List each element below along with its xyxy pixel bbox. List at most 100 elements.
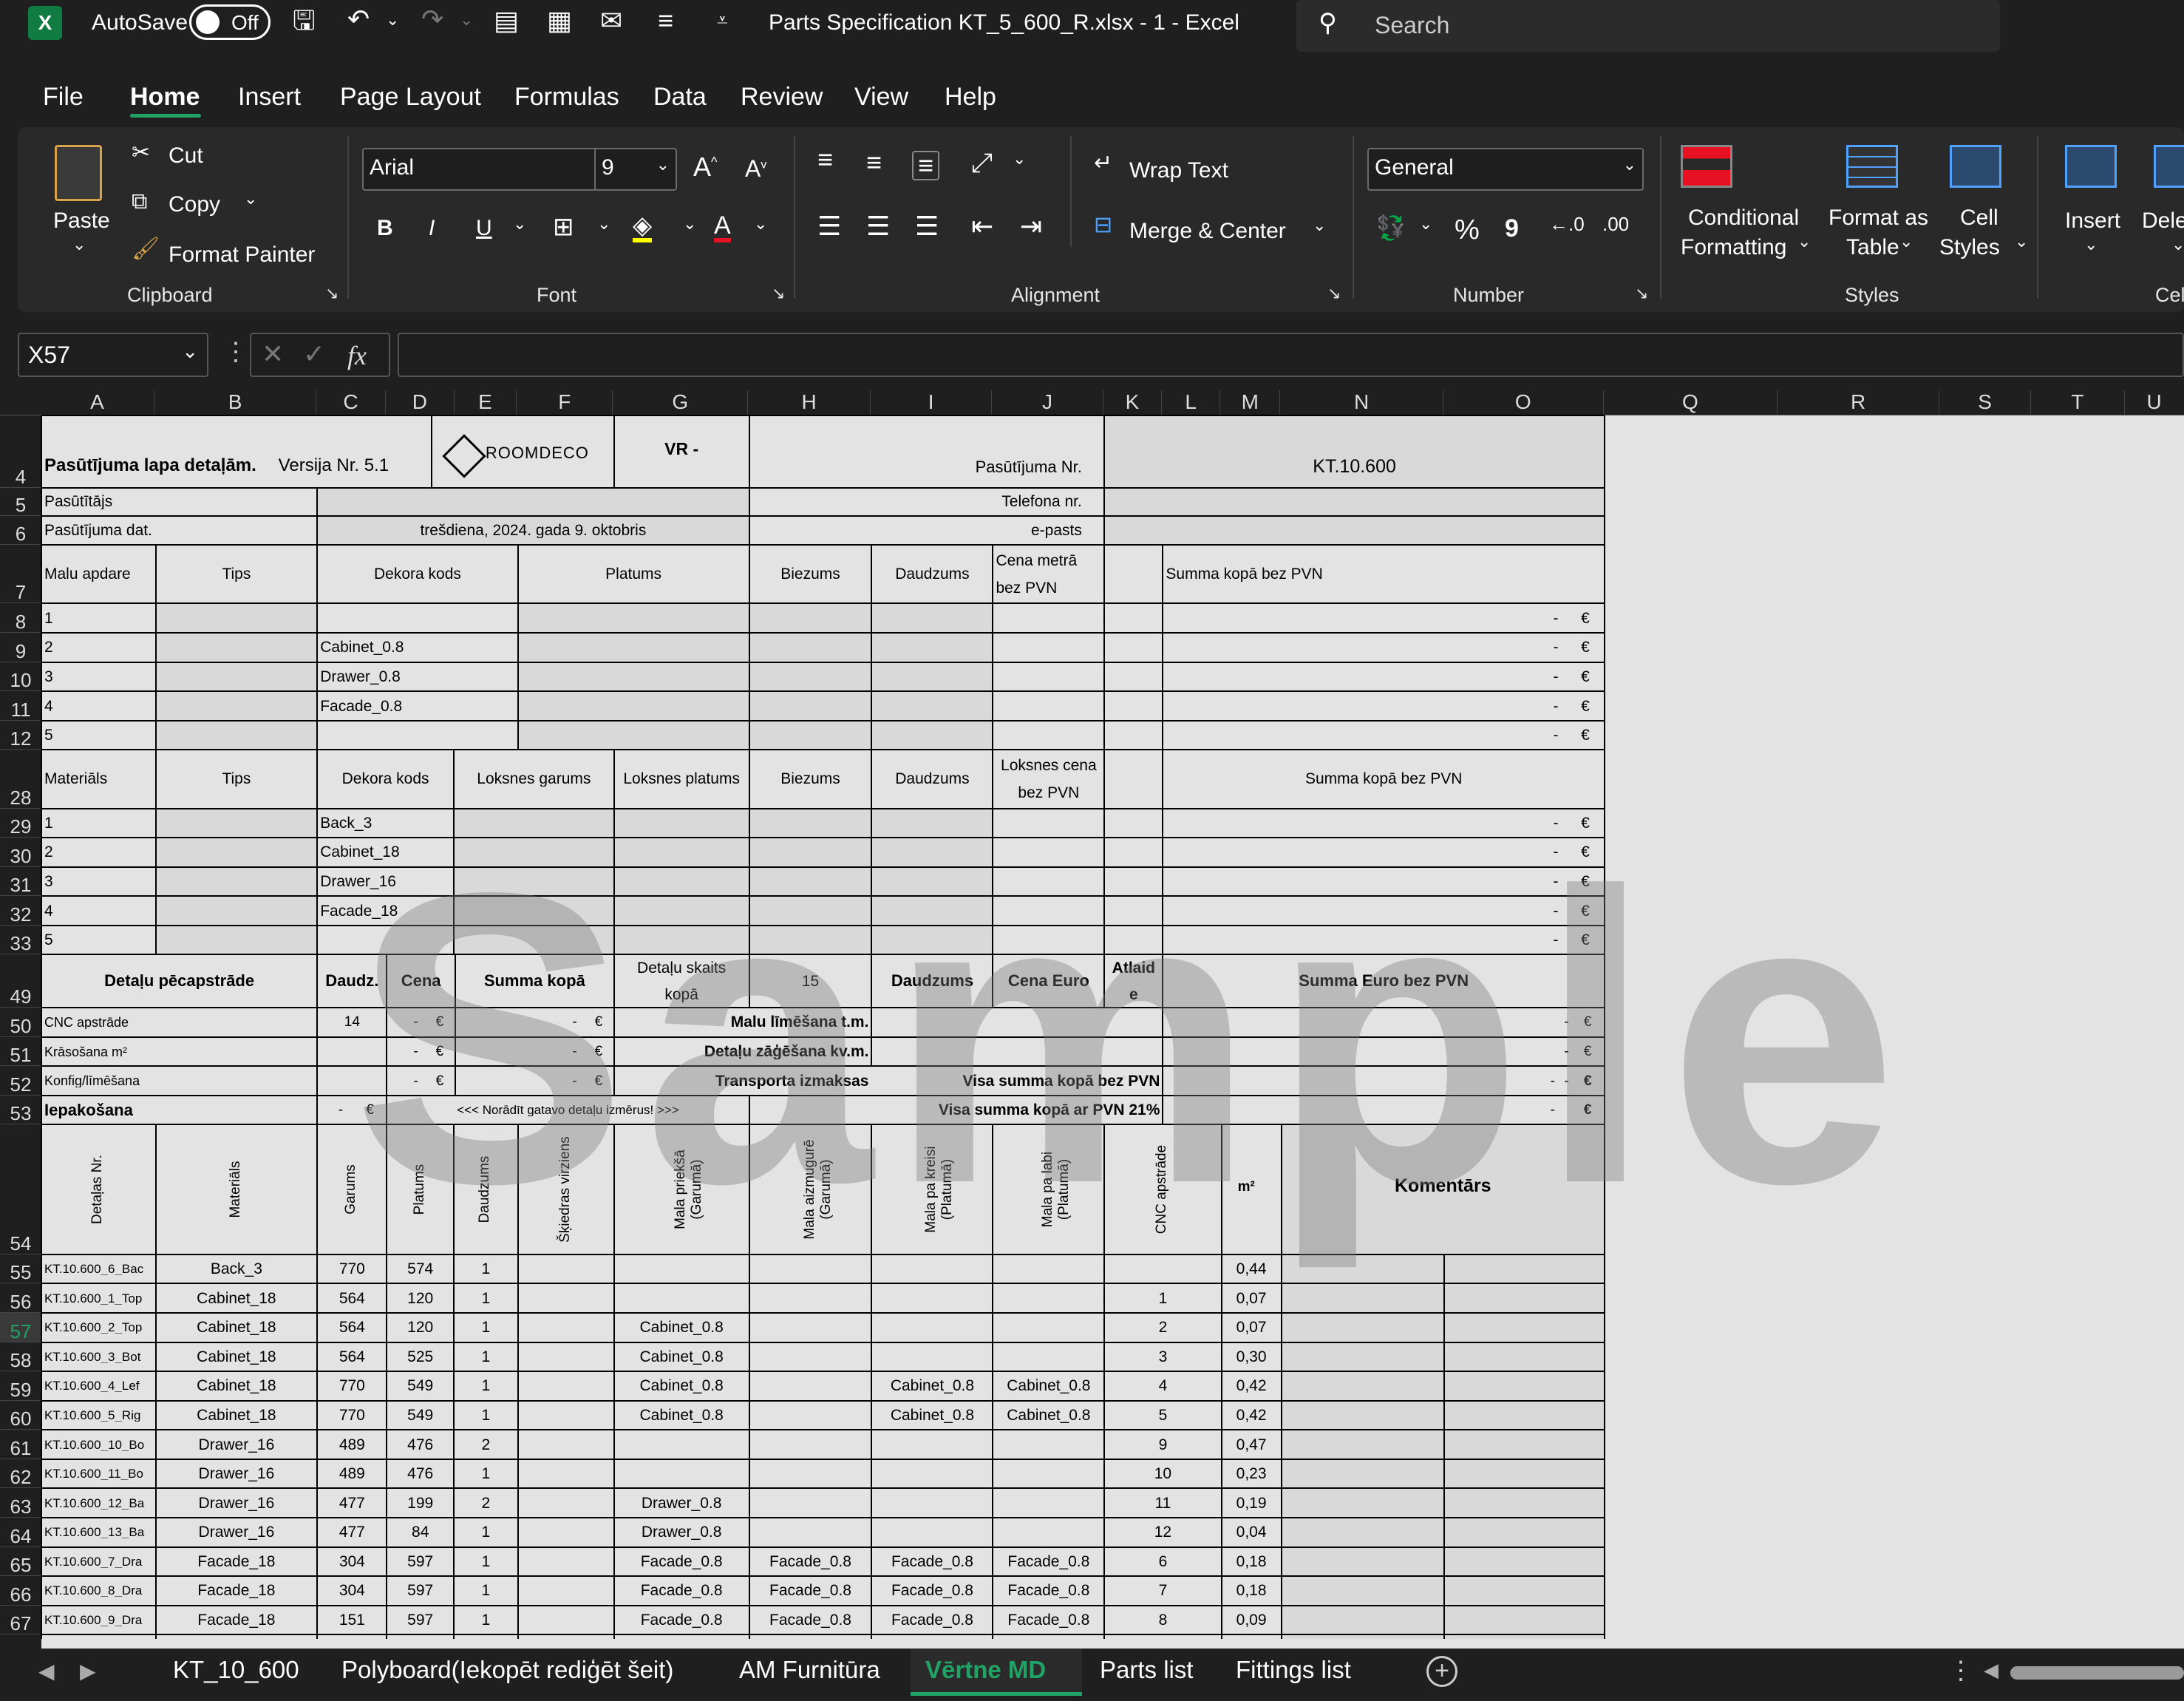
row-header-31[interactable]: 31	[0, 867, 41, 897]
parts-header-8[interactable]: Mala pa kreisi (Platumā)	[923, 1130, 956, 1249]
part-id[interactable]: KT.10.600_9_Dra	[44, 1614, 153, 1626]
edge-row-number[interactable]: 3	[44, 669, 153, 685]
material-header-1[interactable]: Tips	[159, 771, 315, 787]
material-header-4[interactable]: Loksnes platums	[617, 771, 746, 787]
copy-button[interactable]: Copy	[169, 192, 220, 217]
part-id[interactable]: KT.10.600_8_Dra	[44, 1584, 153, 1597]
sum-euro[interactable]: €	[595, 1015, 611, 1029]
column-header-g[interactable]: G	[613, 390, 749, 415]
italic-button[interactable]: I	[429, 216, 435, 241]
font-size-dropdown[interactable]: 9 ⌄	[594, 148, 677, 191]
part-cnc[interactable]: 6	[1107, 1554, 1218, 1569]
material-row-sum-euro[interactable]: €	[1581, 932, 1602, 948]
packing-dash[interactable]: -	[339, 1103, 350, 1117]
column-header-r[interactable]: R	[1778, 390, 1939, 415]
material-row-number[interactable]: 5	[44, 932, 153, 948]
part-width[interactable]: 199	[389, 1495, 450, 1511]
delete-button[interactable]: Dele	[2142, 208, 2184, 234]
tab-home[interactable]: Home	[130, 83, 200, 112]
sum-dash[interactable]: -	[572, 1015, 583, 1029]
cancel-icon[interactable]: ✕	[262, 339, 284, 370]
parts-header-10[interactable]: CNC apstrāde	[1154, 1130, 1170, 1249]
delete-dropdown-icon[interactable]: ⌄	[2171, 235, 2184, 254]
align-left-icon[interactable]: ☰	[817, 213, 841, 240]
part-quantity[interactable]: 1	[457, 1320, 515, 1335]
decrease-indent-icon[interactable]: ⇤	[971, 213, 993, 240]
part-cnc[interactable]: 9	[1107, 1437, 1218, 1453]
part-length[interactable]: 770	[320, 1378, 384, 1393]
part-cnc[interactable]: 11	[1107, 1495, 1218, 1511]
part-cnc[interactable]: 8	[1107, 1612, 1218, 1628]
font-name-dropdown[interactable]: Arial⌄	[362, 148, 612, 191]
order-no-label[interactable]: Pasūtījuma Nr.	[752, 459, 1082, 475]
part-edge-right[interactable]: Facade_0.8	[996, 1554, 1101, 1569]
material-header-5[interactable]: Biezums	[752, 771, 869, 787]
part-edge-back[interactable]: Facade_0.8	[752, 1554, 869, 1569]
sheet-tab-polyboard[interactable]: Polyboard(Iekopēt rediģēt šeit)	[341, 1656, 673, 1684]
row-header-53[interactable]: 53	[0, 1096, 41, 1125]
dimensions-note[interactable]: <<< Norādīt gatavo detaļu izmērus! >>>	[389, 1104, 746, 1116]
part-edge-front[interactable]: Drawer_0.8	[617, 1524, 746, 1540]
part-quantity[interactable]: 1	[457, 1408, 515, 1423]
part-area-m2[interactable]: 0,42	[1225, 1408, 1279, 1423]
part-area-m2[interactable]: 0,47	[1225, 1437, 1279, 1453]
part-quantity[interactable]: 1	[457, 1466, 515, 1481]
material-row-number[interactable]: 3	[44, 874, 153, 889]
part-edge-left[interactable]: Cabinet_0.8	[874, 1378, 990, 1393]
material-header-2[interactable]: Dekora kods	[320, 771, 451, 787]
part-edge-front[interactable]: Cabinet_0.8	[617, 1378, 746, 1393]
fill-color-icon[interactable]: ◈	[633, 213, 653, 242]
bold-button[interactable]: B	[377, 216, 393, 241]
material-row-sum-euro[interactable]: €	[1581, 815, 1602, 831]
format-table-dropdown-icon[interactable]: ⌄	[1899, 232, 1913, 251]
edge-header-tips[interactable]: Tips	[159, 566, 315, 582]
material-header-6[interactable]: Daudzums	[874, 771, 990, 787]
price-euro[interactable]: €	[436, 1074, 452, 1088]
edge-row-number[interactable]: 5	[44, 727, 153, 743]
column-header-m[interactable]: M	[1220, 390, 1281, 415]
edge-header-platums[interactable]: Platums	[521, 566, 746, 582]
processing-price-header[interactable]: Cena	[389, 973, 452, 989]
row-header-50[interactable]: 50	[0, 1008, 41, 1037]
form-version[interactable]: Versija Nr. 5.1	[279, 457, 440, 475]
part-area-m2[interactable]: 0,04	[1225, 1524, 1279, 1540]
part-area-m2[interactable]: 0,09	[1225, 1612, 1279, 1628]
part-cnc[interactable]: 3	[1107, 1349, 1218, 1365]
part-quantity[interactable]: 1	[457, 1261, 515, 1277]
total-vat-euro[interactable]: €	[1584, 1103, 1602, 1117]
column-header-e[interactable]: E	[455, 390, 517, 415]
align-middle-icon[interactable]: ≡	[866, 149, 882, 176]
part-edge-front[interactable]: Drawer_0.8	[617, 1495, 746, 1511]
alignment-launcher-icon[interactable]: ↘	[1327, 284, 1341, 303]
row-header-54[interactable]: 54	[0, 1124, 41, 1254]
material-header-loksnes-cena[interactable]: Loksnes cena	[996, 758, 1101, 773]
part-cnc[interactable]: 1	[1107, 1291, 1218, 1306]
parts-header-9[interactable]: Mala pa labi (Platumā)	[1040, 1130, 1072, 1249]
column-header-b[interactable]: B	[154, 390, 316, 415]
part-id[interactable]: KT.10.600_3_Bot	[44, 1351, 153, 1363]
part-edge-front[interactable]: Facade_0.8	[617, 1554, 746, 1569]
edge-row-sum-dash[interactable]: -	[1553, 611, 1566, 626]
total-dash[interactable]: -	[1565, 1045, 1578, 1059]
order-no-value[interactable]: KT.10.600	[1107, 458, 1602, 476]
discount-header[interactable]: Atlaid	[1107, 960, 1160, 976]
part-edge-left[interactable]: Facade_0.8	[874, 1554, 990, 1569]
save-icon[interactable]: 🖫	[293, 7, 316, 34]
borders-dropdown-icon[interactable]: ⌄	[597, 214, 610, 234]
part-material[interactable]: Back_3	[159, 1261, 315, 1277]
material-row-code[interactable]: Cabinet_18	[320, 844, 451, 860]
total-no-vat-dash[interactable]: -	[1551, 1074, 1564, 1088]
edge-row-sum-euro[interactable]: €	[1581, 669, 1602, 685]
column-header-u[interactable]: U	[2125, 390, 2184, 415]
row-header-66[interactable]: 66	[0, 1576, 41, 1606]
part-cnc[interactable]: 12	[1107, 1524, 1218, 1540]
column-header-s[interactable]: S	[1939, 390, 2032, 415]
parts-header-3[interactable]: Platums	[412, 1130, 428, 1249]
fill-color-dropdown-icon[interactable]: ⌄	[683, 214, 696, 234]
more-options-icon[interactable]: ⋮	[223, 337, 248, 367]
material-row-sum-euro[interactable]: €	[1581, 874, 1602, 889]
price-dash[interactable]: -	[414, 1074, 422, 1088]
row-header-59[interactable]: 59	[0, 1371, 41, 1401]
tab-file[interactable]: File	[43, 83, 84, 112]
part-edge-left[interactable]: Facade_0.8	[874, 1612, 990, 1628]
